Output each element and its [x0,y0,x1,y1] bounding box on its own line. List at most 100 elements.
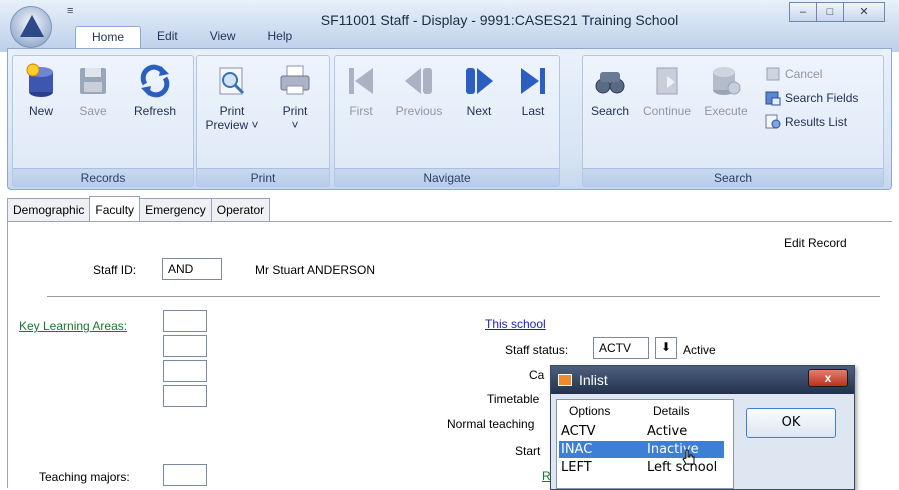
tab-demographic[interactable]: Demographic [7,198,91,221]
first-button[interactable]: First [341,62,381,118]
option-detail: Active [647,424,688,439]
teaching-majors-label: Teaching majors: [39,470,130,484]
last-label: Last [521,104,545,118]
print-preview-label-2: Preview ˅ [205,118,259,132]
continue-search-icon [656,67,678,95]
kla-field-3[interactable] [163,360,207,382]
print-preview-icon [219,67,245,95]
staff-status-field[interactable]: ACTV [593,337,649,359]
tab-edit[interactable]: Edit [141,26,194,48]
hand-cursor-icon [682,449,695,465]
inlist-close-button[interactable]: x [808,369,848,387]
navigate-group: First Previous Next Last Navigate [334,55,560,187]
first-record-icon [349,68,373,94]
section-divider [47,296,880,297]
record-tabs: Demographic Faculty Emergency Operator [7,196,271,222]
list-item[interactable]: ACTV Active [559,423,724,440]
kla-field-4[interactable] [163,385,207,407]
staff-id-label: Staff ID: [93,263,137,277]
binoculars-icon [595,72,625,94]
tab-view[interactable]: View [194,26,252,48]
inlist-options-list[interactable]: Options Details ACTV Active INAC Inactiv… [556,399,734,489]
previous-label: Previous [395,104,443,118]
tab-operator[interactable]: Operator [210,198,271,221]
inlist-dialog: Inlist x Options Details ACTV Active INA… [550,365,855,490]
save-button[interactable]: Save [73,62,113,118]
search-group: Search Continue Execute Cancel Search Fi [582,55,884,187]
previous-record-icon [405,68,432,94]
ok-button[interactable]: OK [746,408,836,438]
print-preview-label: Print [219,104,245,118]
details-column-header[interactable]: Details [653,404,690,418]
print-preview-button[interactable]: Print Preview ˅ [205,62,259,132]
refresh-icon [140,64,170,98]
search-button[interactable]: Search [587,62,633,118]
staff-status-description: Active [683,343,716,357]
start-label: Start [515,444,541,458]
refresh-button[interactable]: Refresh [125,62,185,118]
edit-record-status: Edit Record [784,236,847,250]
next-record-icon [466,68,493,94]
list-item-selected[interactable]: INAC Inactive [559,441,724,458]
tab-home[interactable]: Home [75,26,142,49]
staff-status-dropdown-button[interactable]: ⬇ [655,337,677,359]
cancel-label: Cancel [785,67,823,81]
minimize-button[interactable]: – [789,2,817,22]
save-label: Save [79,104,107,118]
inlist-title-text: Inlist [579,372,608,388]
search-fields-icon [765,91,781,106]
ribbon-tabs: Home Edit View Help [75,26,309,49]
category-label: Ca [529,368,545,382]
print-group: Print Preview ˅ Print ˅ Print [196,55,330,187]
new-button[interactable]: New [19,62,63,118]
execute-button[interactable]: Execute [699,62,753,118]
window-controls: – □ ✕ [789,2,885,22]
navigate-group-label: Navigate [335,168,559,186]
maximize-button[interactable]: □ [816,2,844,22]
ribbon: New Save Refresh Records Print Preview ˅… [7,48,892,190]
search-group-label: Search [583,168,883,186]
execute-label: Execute [704,104,748,118]
print-group-label: Print [197,168,329,186]
search-label: Search [590,104,630,118]
tab-help[interactable]: Help [252,26,309,48]
staff-status-label: Staff status: [505,343,569,357]
records-group-label: Records [13,168,193,186]
continue-button[interactable]: Continue [637,62,697,118]
tab-emergency[interactable]: Emergency [139,198,212,221]
dropdown-arrow-icon: ⬇ [660,340,672,354]
cancel-button[interactable]: Cancel [765,66,822,82]
options-column-header[interactable]: Options [569,404,610,418]
first-label: First [349,104,373,118]
print-button[interactable]: Print ˅ [269,62,321,132]
previous-button[interactable]: Previous [391,62,447,118]
option-code: ACTV [561,424,596,439]
cancel-icon [766,67,780,81]
this-school-link[interactable]: This school [485,317,546,331]
refresh-label: Refresh [133,104,177,118]
records-group: New Save Refresh Records [12,55,194,187]
title-bar: ≡ SF11001 Staff - Display - 9991:CASES21… [0,0,899,52]
key-learning-areas-link[interactable]: Key Learning Areas: [19,319,127,333]
print-dropdown-arrow[interactable]: ˅ [291,118,298,132]
timetable-label: Timetable [487,392,540,406]
search-fields-button[interactable]: Search Fields [765,90,858,106]
list-item[interactable]: LEFT Left school [559,459,724,476]
results-list-button[interactable]: Results List [765,114,847,130]
new-record-icon [26,63,53,97]
close-window-button[interactable]: ✕ [843,2,885,22]
next-button[interactable]: Next [459,62,499,118]
tab-faculty[interactable]: Faculty [89,196,141,221]
staff-name: Mr Stuart ANDERSON [255,263,376,277]
teaching-majors-field[interactable] [163,464,207,486]
continue-label: Continue [642,104,692,118]
inlist-window-icon [558,374,572,386]
kla-field-1[interactable] [163,310,207,332]
last-button[interactable]: Last [513,62,553,118]
staff-id-field[interactable]: AND [162,258,222,280]
print-label: Print [282,104,308,118]
kla-field-2[interactable] [163,335,207,357]
results-list-label: Results List [785,115,848,129]
option-code: LEFT [561,460,592,475]
save-disk-icon [80,68,106,94]
